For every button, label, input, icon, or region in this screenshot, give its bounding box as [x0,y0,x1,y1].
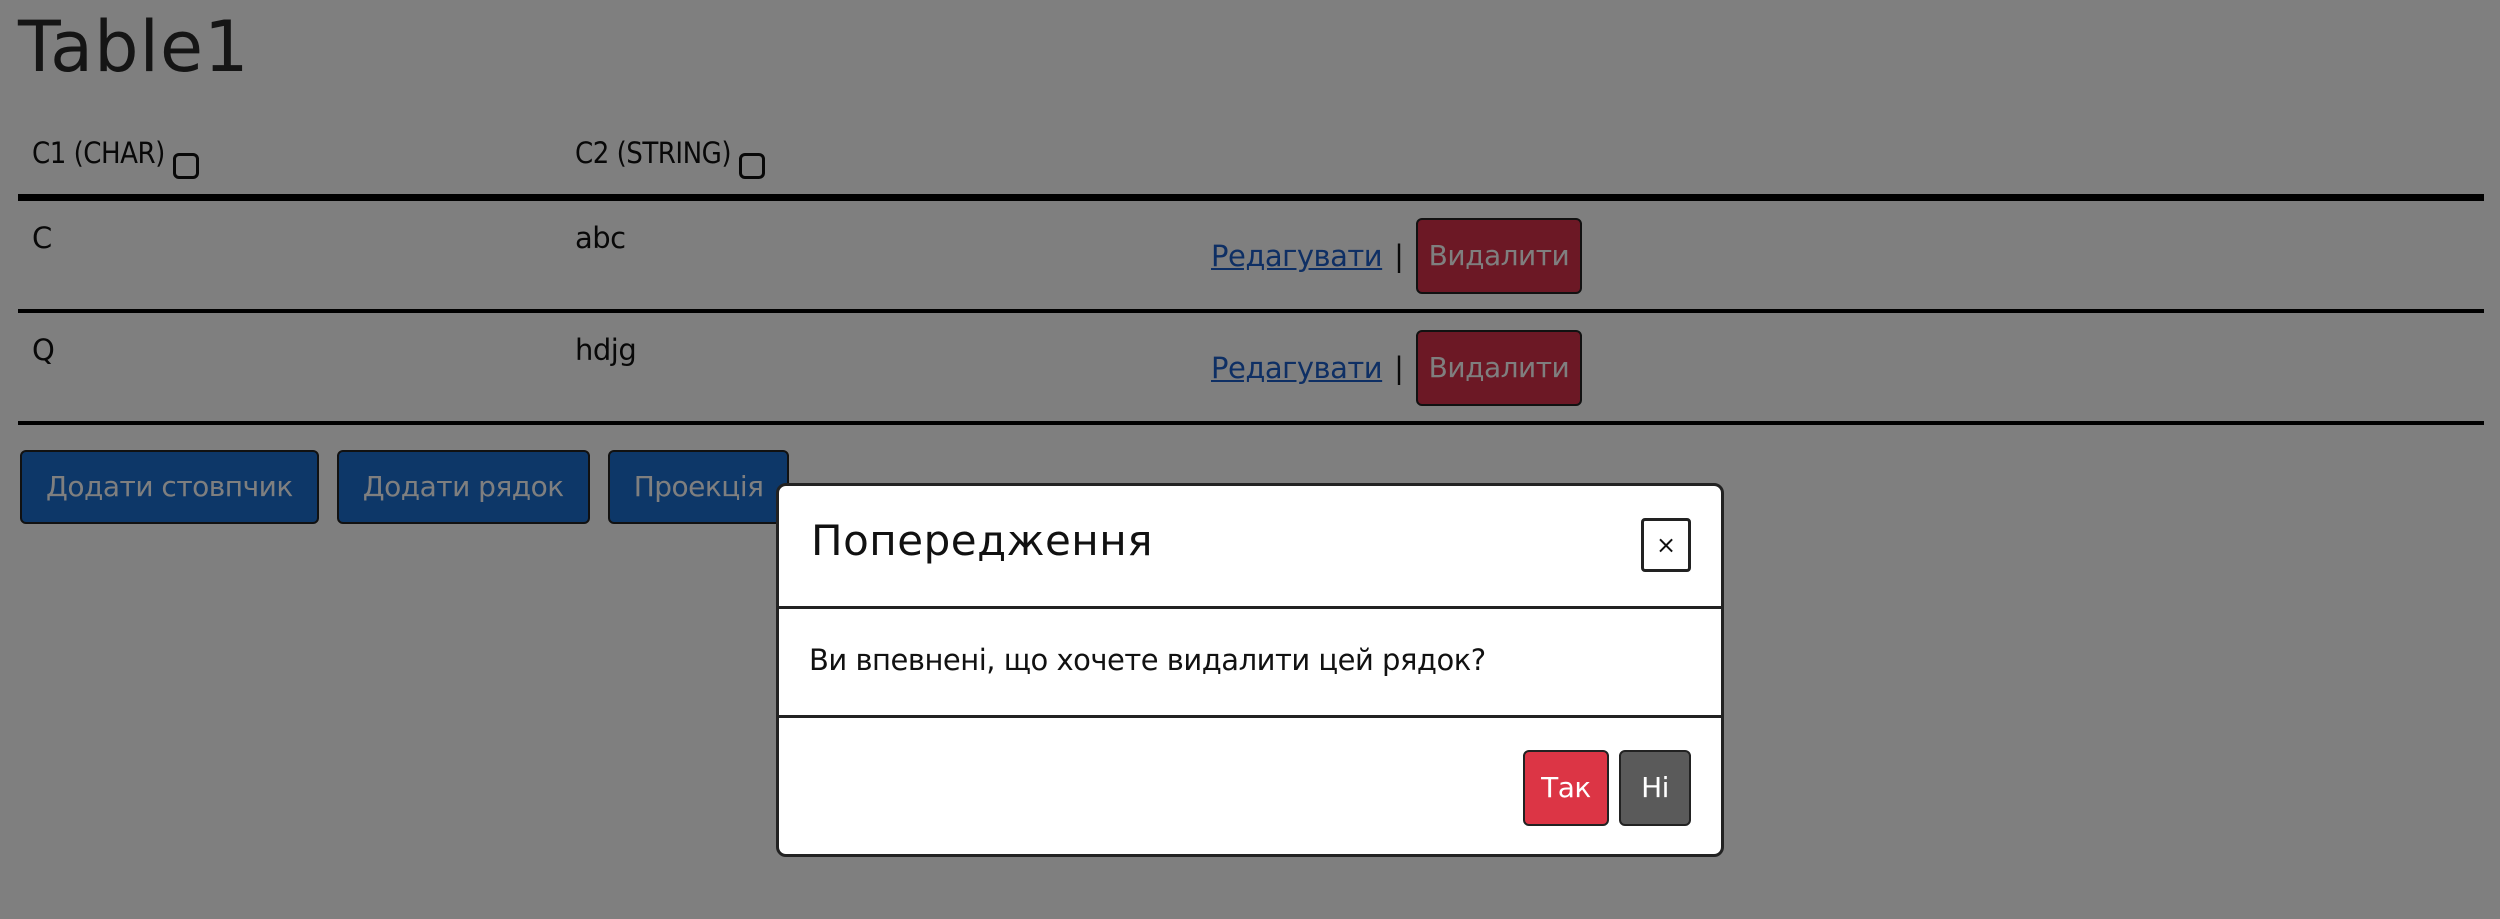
confirm-dialog: Попередження × Ви впевнені, що хочете ви… [776,483,1724,857]
dialog-footer: Так Ні [779,718,1721,858]
dialog-message: Ви впевнені, що хочете видалити цей рядо… [809,643,1486,677]
page: Table1 C1 (CHAR) C2 (STRING) C abc Редаг… [0,0,2500,919]
dialog-header: Попередження × [779,486,1721,609]
confirm-yes-button[interactable]: Так [1523,750,1609,826]
confirm-no-button[interactable]: Ні [1619,750,1691,826]
close-button[interactable]: × [1641,518,1691,572]
dialog-actions: Так Ні [1523,750,1691,826]
dialog-body: Ви впевнені, що хочете видалити цей рядо… [779,609,1721,718]
dialog-title: Попередження [811,516,1153,565]
close-icon: × [1655,531,1677,559]
